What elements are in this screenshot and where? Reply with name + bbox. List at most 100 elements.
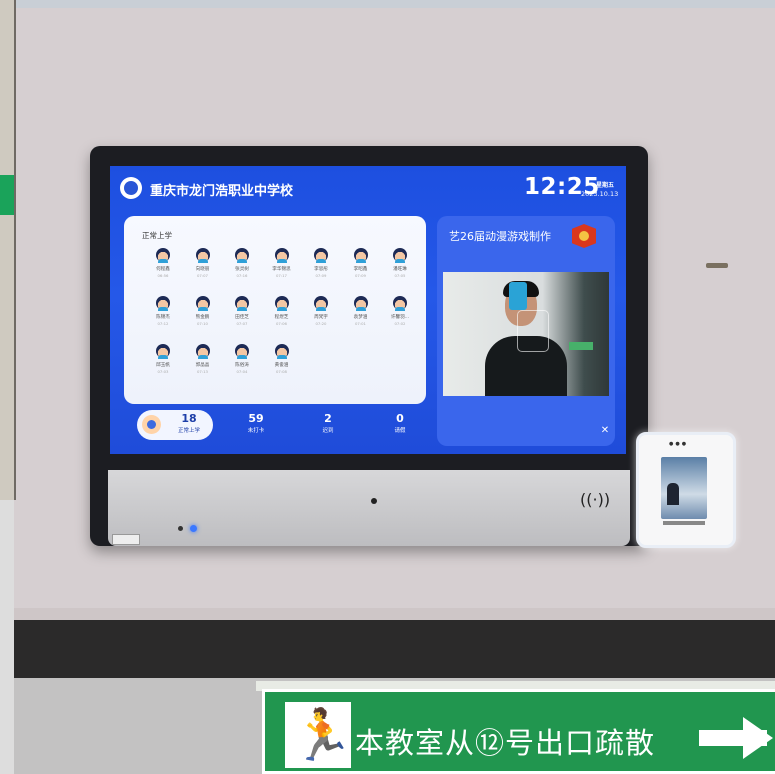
student-name: 李昭鑫 <box>353 267 368 272</box>
student-card[interactable]: 陈锦杰 07:12 <box>146 296 180 334</box>
student-avatar-icon <box>156 344 170 359</box>
event-title: 艺26届动漫游戏制作 <box>449 230 551 243</box>
student-avatar-icon <box>156 296 170 311</box>
device-label <box>112 534 140 545</box>
student-card[interactable]: 程煜芝 07:06 <box>265 296 299 334</box>
student-time: 07:16 <box>236 273 248 278</box>
school-name: 重庆市龙门浩职业中学校 <box>150 184 294 199</box>
student-card[interactable]: 李华锦思 07:17 <box>265 248 299 286</box>
student-card[interactable]: 熊金鹏 07:10 <box>186 296 220 334</box>
student-card[interactable]: 陈俗涛 07:04 <box>225 344 259 382</box>
power-led-icon <box>178 526 183 531</box>
stat-value: 18 <box>181 412 197 425</box>
stat-label: 未打卡 <box>247 428 265 434</box>
student-avatar-icon <box>156 248 170 263</box>
student-card[interactable]: 李昭鑫 07:09 <box>344 248 378 286</box>
phone-icon <box>509 282 527 310</box>
evacuation-text: 本教室从⑫号出口疏散 <box>355 726 656 760</box>
student-name: 熊金鹏 <box>195 315 210 320</box>
student-card[interactable]: 潘旺琳 07:05 <box>383 248 417 286</box>
student-name: 袁梦涵 <box>353 315 368 320</box>
camera-icon <box>371 498 377 504</box>
student-time: 07:07 <box>197 273 208 278</box>
student-avatar-icon <box>195 248 210 263</box>
student-avatar-icon <box>353 248 368 263</box>
stat-label: 正常上学 <box>177 428 200 434</box>
student-time: 07:01 <box>355 321 366 326</box>
student-card[interactable]: 向晓丽 07:07 <box>186 248 220 286</box>
stat-late[interactable]: 2 迟到 <box>303 412 353 434</box>
stat-label: 请假 <box>394 428 406 434</box>
wall-baseboard <box>14 620 775 678</box>
status-led-icon <box>190 525 197 532</box>
student-time: 07:20 <box>315 321 327 326</box>
student-card[interactable]: 何程鑫 06:56 <box>146 248 180 286</box>
student-avatar-icon <box>274 248 289 263</box>
weekday: 星期五 <box>596 182 615 189</box>
student-name: 周梵宇 <box>314 315 328 320</box>
student-avatar-icon <box>195 344 210 359</box>
student-name: 许馨羽... <box>390 315 410 320</box>
evacuation-sign: 🏃 本教室从⑫号出口疏散 <box>262 689 775 774</box>
stat-label: 迟到 <box>322 428 334 434</box>
student-time: 07:04 <box>236 369 248 374</box>
student-card[interactable]: 许馨羽... 07:02 <box>383 296 417 334</box>
stat-value: 2 <box>324 412 332 425</box>
door-frame <box>0 0 16 500</box>
reader-screen[interactable] <box>661 457 707 519</box>
emergency-exit-icon <box>0 175 14 215</box>
reader-status-bar <box>663 521 705 525</box>
ceiling-strip <box>14 0 775 8</box>
student-time: 07:08 <box>276 369 287 374</box>
stat-value: 59 <box>248 412 264 425</box>
student-card[interactable]: 郭晶晶 07:13 <box>186 344 220 382</box>
student-avatar-icon <box>314 248 328 263</box>
stat-present[interactable]: 18 正常上学 <box>164 412 214 434</box>
student-card[interactable]: 袁梦涵 07:01 <box>344 296 378 334</box>
student-time: 07:09 <box>315 273 327 278</box>
student-name: 郭晶晶 <box>195 363 210 368</box>
student-name: 李思彤 <box>314 267 328 272</box>
student-avatar-icon <box>235 344 249 359</box>
student-card[interactable]: 邱玉帆 07:03 <box>146 344 180 382</box>
student-name: 张灵树 <box>235 267 249 272</box>
student-time: 07:06 <box>276 321 287 326</box>
student-avatar-icon <box>353 296 368 311</box>
student-name: 潘旺琳 <box>393 267 407 272</box>
student-name: 程煜芝 <box>274 315 289 320</box>
kiosk-screen: 重庆市龙门浩职业中学校 12:25 星期五 2023.10.13 正常上学 何程… <box>110 166 626 454</box>
student-time: 07:09 <box>355 273 366 278</box>
student-time: 07:10 <box>197 321 208 326</box>
student-card[interactable]: 周梵宇 07:20 <box>304 296 338 334</box>
attendance-title: 正常上学 <box>142 231 172 240</box>
student-card[interactable]: 黄俊涵 07:08 <box>265 344 299 382</box>
student-name: 向晓丽 <box>195 267 210 272</box>
date: 2023.10.13 <box>581 190 619 198</box>
student-time: 07:17 <box>276 273 287 278</box>
student-name: 何程鑫 <box>156 267 170 272</box>
student-card[interactable]: 张灵树 07:16 <box>225 248 259 286</box>
stat-leave[interactable]: 0 请假 <box>375 412 425 434</box>
student-time: 07:12 <box>157 321 169 326</box>
close-icon[interactable]: ✕ <box>597 423 613 439</box>
reader-leds-icon: ●●● <box>669 441 689 447</box>
student-card[interactable]: 田佳芝 07:07 <box>225 296 259 334</box>
student-avatar-icon <box>142 415 161 434</box>
student-name: 邱玉帆 <box>156 363 170 368</box>
student-name: 李华锦思 <box>272 267 291 272</box>
student-time: 07:13 <box>197 369 208 374</box>
nfc-icon[interactable]: ((·)) <box>580 490 610 509</box>
event-panel: 艺26届动漫游戏制作 ✕ <box>437 216 615 446</box>
student-card[interactable]: 李思彤 07:09 <box>304 248 338 286</box>
student-name: 黄俊涵 <box>274 363 289 368</box>
lower-wall-left <box>0 500 14 774</box>
student-name: 田佳芝 <box>235 315 249 320</box>
student-time: 07:07 <box>236 321 248 326</box>
student-time: 07:02 <box>394 321 406 326</box>
wall-hook <box>706 263 728 268</box>
reader-person <box>667 483 679 505</box>
stat-not-checked-in[interactable]: 59 未打卡 <box>231 412 281 434</box>
student-name: 陈俗涛 <box>235 363 249 368</box>
running-man-icon: 🏃 <box>285 702 353 768</box>
student-avatar-icon <box>235 248 249 263</box>
